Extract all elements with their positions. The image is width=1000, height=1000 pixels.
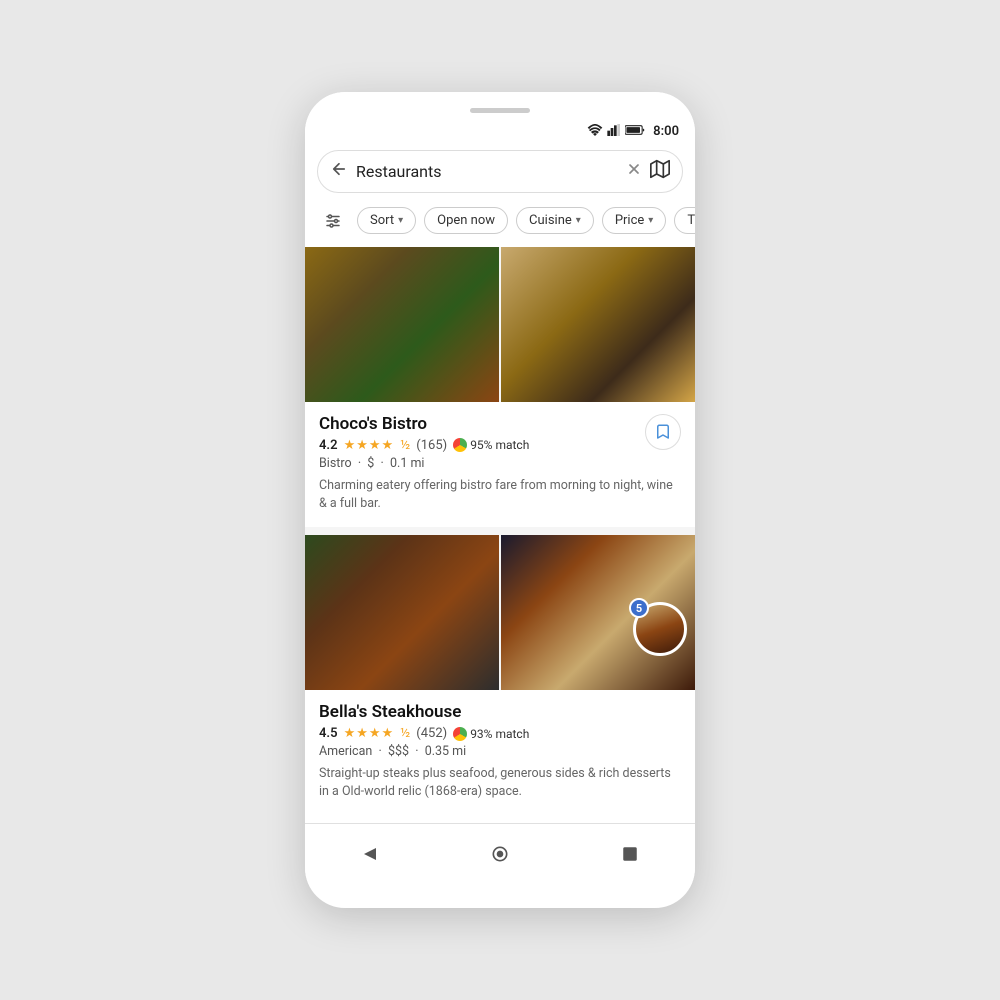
- chocos-match-circle: [453, 438, 467, 452]
- filter-row: Sort ▾ Open now Cuisine ▾ Price ▾ T: [305, 201, 695, 247]
- chocos-cuisine-row: Bistro · $ · 0.1 mi: [319, 456, 681, 471]
- chocos-image-1: [305, 247, 499, 402]
- chocos-images: [305, 247, 695, 402]
- nav-bar: [305, 823, 695, 888]
- sort-chip-label: Sort: [370, 213, 394, 228]
- bellas-review-count: (452): [416, 726, 447, 741]
- cuisine-chip-label: Cuisine: [529, 213, 572, 228]
- bellas-name: Bella's Steakhouse: [319, 702, 681, 722]
- chocos-stars: ★★★★: [344, 438, 395, 453]
- bellas-star-half: ½: [400, 726, 410, 741]
- chocos-image-2: [499, 247, 695, 402]
- back-button[interactable]: [330, 160, 348, 183]
- bellas-info: Bella's Steakhouse 4.5 ★★★★ ½ (452) 93% m…: [305, 690, 695, 815]
- price-chip-label: Price: [615, 213, 644, 228]
- more-chip-label: T: [687, 213, 695, 228]
- chocos-price: $: [367, 456, 374, 471]
- more-chip[interactable]: T: [674, 207, 695, 234]
- sort-chevron-icon: ▾: [398, 215, 403, 226]
- open-now-chip[interactable]: Open now: [424, 207, 508, 234]
- wifi-icon: [587, 124, 603, 140]
- signal-icon: [607, 124, 621, 140]
- map-view-button[interactable]: [650, 159, 670, 184]
- chocos-cuisine: Bistro: [319, 456, 352, 471]
- restaurant-card-bellas[interactable]: 5 Bella's Steakhouse 4.5 ★★★★ ½ (452) 93%…: [305, 535, 695, 815]
- avatar-container: 5: [633, 602, 687, 656]
- bellas-match-badge: 93% match: [453, 727, 529, 741]
- sort-chip[interactable]: Sort ▾: [357, 207, 416, 234]
- chocos-distance: 0.1 mi: [390, 456, 424, 471]
- bellas-rating-number: 4.5: [319, 726, 338, 741]
- cuisine-chevron-icon: ▾: [576, 215, 581, 226]
- phone-frame: 8:00 Restaurants Sort ▾: [305, 92, 695, 909]
- search-bar[interactable]: Restaurants: [317, 150, 683, 193]
- chocos-rating-row: 4.2 ★★★★ ½ (165) 95% match: [319, 438, 681, 453]
- chocos-review-count: (165): [416, 438, 447, 453]
- chocos-info: Choco's Bistro 4.2 ★★★★ ½ (165) 95% match…: [305, 402, 695, 527]
- bellas-distance: 0.35 mi: [425, 744, 466, 759]
- nav-home-button[interactable]: [482, 836, 518, 872]
- bellas-images: 5: [305, 535, 695, 690]
- filter-sliders-button[interactable]: [317, 205, 349, 237]
- chocos-description: Charming eatery offering bistro fare fro…: [319, 477, 681, 513]
- bellas-stars: ★★★★: [344, 726, 395, 741]
- bellas-image-2: 5: [499, 535, 695, 690]
- cuisine-chip[interactable]: Cuisine ▾: [516, 207, 594, 234]
- bellas-rating-row: 4.5 ★★★★ ½ (452) 93% match: [319, 726, 681, 741]
- search-bar-row: Restaurants: [305, 144, 695, 201]
- bellas-image-1: [305, 535, 499, 690]
- status-time: 8:00: [653, 124, 679, 139]
- restaurant-card-chocos[interactable]: Choco's Bistro 4.2 ★★★★ ½ (165) 95% match…: [305, 247, 695, 527]
- bellas-cuisine: American: [319, 744, 372, 759]
- bellas-match-percent: 93% match: [470, 727, 529, 741]
- search-query: Restaurants: [356, 162, 618, 181]
- results-area: Choco's Bistro 4.2 ★★★★ ½ (165) 95% match…: [305, 247, 695, 816]
- status-bar: 8:00: [305, 122, 695, 144]
- chocos-match-badge: 95% match: [453, 438, 529, 452]
- avatar-count: 5: [636, 602, 642, 615]
- search-actions: [626, 159, 670, 184]
- phone-notch: [305, 92, 695, 122]
- battery-icon: [625, 124, 645, 140]
- avatar-badge-wrap: 5: [633, 602, 687, 660]
- bellas-cuisine-row: American · $$$ · 0.35 mi: [319, 744, 681, 759]
- phone-handle: [470, 108, 530, 113]
- bellas-price: $$$: [388, 744, 409, 759]
- price-chip[interactable]: Price ▾: [602, 207, 667, 234]
- chocos-rating-number: 4.2: [319, 438, 338, 453]
- bellas-match-circle: [453, 727, 467, 741]
- chocos-name: Choco's Bistro: [319, 414, 681, 434]
- chocos-match-percent: 95% match: [470, 438, 529, 452]
- nav-recents-button[interactable]: [612, 836, 648, 872]
- chocos-star-half: ½: [400, 438, 410, 453]
- open-now-chip-label: Open now: [437, 213, 495, 228]
- nav-back-button[interactable]: [352, 836, 388, 872]
- chocos-bookmark-button[interactable]: [645, 414, 681, 450]
- price-chevron-icon: ▾: [648, 215, 653, 226]
- status-icons: 8:00: [587, 124, 679, 140]
- clear-button[interactable]: [626, 161, 642, 181]
- bellas-description: Straight-up steaks plus seafood, generou…: [319, 765, 681, 801]
